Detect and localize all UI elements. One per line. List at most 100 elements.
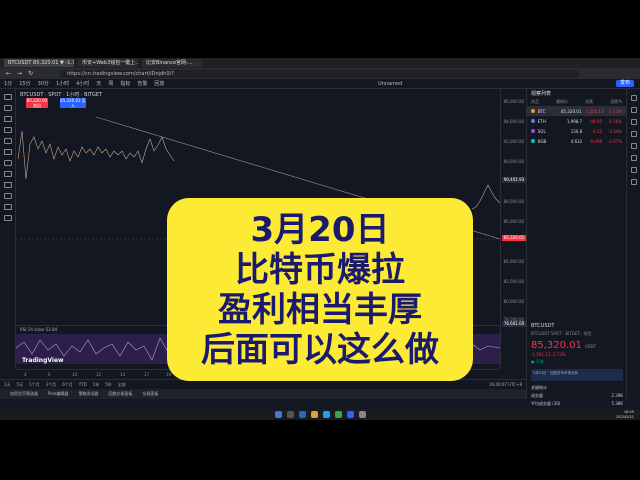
rsi-value: 52.84	[45, 327, 58, 332]
panel-tab[interactable]: 回放交易面板	[108, 391, 132, 397]
pattern-icon[interactable]	[3, 149, 12, 155]
sell-button[interactable]: 85,320.00 卖出	[26, 98, 48, 108]
hotlist-icon[interactable]	[630, 131, 637, 137]
range-button[interactable]: 5年	[105, 382, 112, 388]
search-icon[interactable]	[286, 411, 294, 418]
clock[interactable]: 16:40:07 UTC+8	[489, 382, 522, 387]
range-button[interactable]: 6个月	[62, 382, 73, 388]
row-chg: -1,501.13	[584, 108, 604, 114]
detail-price: 85,320.01 USDT	[531, 340, 623, 351]
toolbar-item[interactable]: 回放	[154, 80, 164, 87]
col-symbol[interactable]: 商品	[531, 99, 539, 106]
data-window-icon[interactable]	[630, 119, 637, 125]
x-tick: 6	[48, 372, 51, 377]
col-chg[interactable]: 涨跌	[585, 99, 593, 106]
address-bar-row: ← → ↻ https://cn.tradingview.com/chart/l…	[0, 68, 640, 79]
range-button[interactable]: 全部	[118, 382, 126, 388]
col-last[interactable]: 最新价	[556, 99, 568, 106]
zoom-icon[interactable]	[3, 171, 12, 177]
row-pct: -1.73%	[607, 108, 622, 114]
row-chg: -0.098	[589, 138, 603, 144]
fib-icon[interactable]	[3, 116, 12, 122]
x-tick: 12	[96, 372, 102, 377]
alert-icon[interactable]	[630, 107, 637, 113]
tradingview-logo[interactable]: TradingView	[22, 357, 64, 364]
sol-icon	[531, 129, 535, 133]
watchlist-row[interactable]: BGB 4.632 -0.098 -2.07%	[527, 136, 626, 146]
chat-icon[interactable]	[630, 167, 637, 173]
layout-name[interactable]: Unnamed	[378, 81, 402, 87]
toolbar-item[interactable]: 1小时	[56, 80, 69, 87]
panel-tab[interactable]: 交易面板	[142, 391, 158, 397]
bottom-panel-tabs: 加密货币筛选器 Pine编辑器 策略测试器 回放交易面板 交易面板	[0, 389, 526, 399]
measure-icon[interactable]	[3, 160, 12, 166]
panel-tab[interactable]: 加密货币筛选器	[10, 391, 38, 397]
x-tick: 4	[24, 372, 27, 377]
calendar-icon[interactable]	[630, 143, 637, 149]
price-series	[17, 130, 175, 180]
toolbar-item[interactable]: 4小时	[76, 80, 89, 87]
trash-icon[interactable]	[3, 215, 12, 221]
lock-icon[interactable]	[3, 193, 12, 199]
buy-button[interactable]: 85,320.01 买入	[60, 98, 86, 108]
key-stats: 关键统计 成交量 2.39K 平均成交量 (30) 5.38K	[531, 385, 623, 407]
back-icon[interactable]: ←	[6, 70, 11, 77]
browser-tab[interactable]: 比安Binance官网-...	[142, 59, 202, 67]
market-status: ● 开放	[531, 359, 544, 364]
news-icon[interactable]	[630, 155, 637, 161]
stat-label: 平均成交量 (30)	[531, 401, 561, 406]
notifications-icon[interactable]	[630, 179, 637, 185]
toolbar-item[interactable]: 指标	[120, 80, 130, 87]
news-item[interactable]: 3月21日 · 加密货币市场分析	[531, 369, 623, 381]
range-button[interactable]: 1年	[93, 382, 100, 388]
watchlist-row[interactable]: BTC 85,320.01 -1,501.13 -1.73%	[527, 106, 626, 116]
toolbar-item[interactable]: 天	[96, 80, 101, 87]
system-clock[interactable]: 16:45 2025/3/21	[616, 410, 634, 419]
start-icon[interactable]	[274, 411, 282, 418]
watchlist-title[interactable]: 观察列表	[527, 89, 626, 99]
range-button[interactable]: 5天	[17, 382, 24, 388]
watchlist-row[interactable]: SOL 130.8 -4.52 -3.34%	[527, 126, 626, 136]
brush-icon[interactable]	[3, 127, 12, 133]
watchlist-row[interactable]: ETH 1,998.7 -44.05 -2.16%	[527, 116, 626, 126]
col-pct[interactable]: 涨跌%	[610, 99, 622, 106]
price-axis[interactable]: 96,000.00 94,000.00 92,000.00 90,000.00 …	[500, 89, 526, 369]
panel-tab[interactable]: 策略测试器	[78, 391, 98, 397]
range-button[interactable]: YTD	[79, 382, 87, 387]
symbol-title[interactable]: BTCUSDT · SPOT · 1小时 · BITGET	[20, 91, 102, 98]
row-last: 1,998.7	[566, 118, 583, 124]
chrome-icon[interactable]	[334, 411, 342, 418]
browser-tab[interactable]: 币安+Web3钱包一键上...	[78, 59, 138, 67]
toolbar-item[interactable]: 1分	[4, 80, 12, 87]
url-input[interactable]: https://cn.tradingview.com/chart/lDnjdh0…	[59, 69, 580, 78]
crosshair-icon[interactable]	[3, 94, 12, 100]
row-last: 130.8	[570, 128, 583, 134]
reload-icon[interactable]: ↻	[28, 70, 33, 77]
range-button[interactable]: 3个月	[46, 382, 57, 388]
edge-icon[interactable]	[322, 411, 330, 418]
browser-tab[interactable]: BTCUSDT 85,320.01 ▼ -1.73% 無名	[4, 59, 74, 67]
eye-icon[interactable]	[3, 204, 12, 210]
tradingview-icon[interactable]	[346, 411, 354, 418]
trendline-icon[interactable]	[3, 105, 12, 111]
folder-icon[interactable]	[310, 411, 318, 418]
range-button[interactable]: 1天	[4, 382, 11, 388]
panel-tab[interactable]: Pine编辑器	[48, 391, 68, 397]
bgb-icon	[531, 139, 535, 143]
publish-button[interactable]: 发布	[615, 80, 634, 87]
watchlist-icon[interactable]	[630, 95, 637, 101]
stats-title: 关键统计	[531, 385, 547, 390]
forward-icon[interactable]: →	[17, 70, 22, 77]
app-icon[interactable]	[358, 411, 366, 418]
toolbar-item[interactable]: 周	[108, 80, 113, 87]
range-button[interactable]: 1个月	[29, 382, 40, 388]
toolbar-item[interactable]: 30分	[38, 80, 49, 87]
files-icon[interactable]	[298, 411, 306, 418]
detail-symbol[interactable]: BTCUSDT	[531, 323, 623, 329]
text-icon[interactable]	[3, 138, 12, 144]
drawing-toolbar	[0, 89, 16, 369]
toolbar-item[interactable]: 15分	[19, 80, 30, 87]
toolbar-item[interactable]: 告警	[137, 80, 147, 87]
magnet-icon[interactable]	[3, 182, 12, 188]
row-pct: -2.07%	[607, 138, 622, 144]
